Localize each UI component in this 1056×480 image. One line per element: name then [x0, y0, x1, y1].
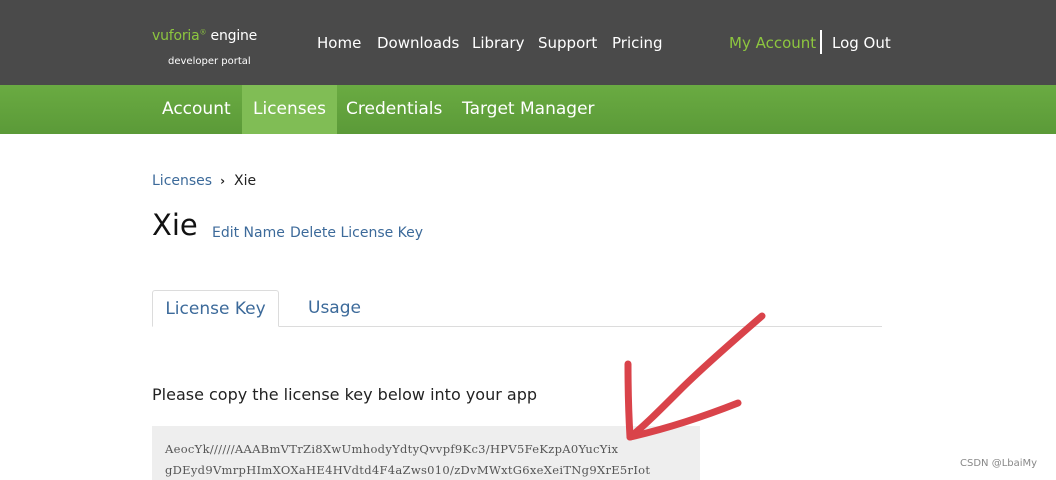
nav-library-link[interactable]: Library: [472, 34, 524, 52]
logo-wordmark: vuforia® engine: [152, 28, 257, 44]
arrow-stroke: [624, 312, 766, 441]
vuforia-engine-logo[interactable]: vuforia® engine developer portal: [152, 26, 272, 71]
license-name-title: Xie: [152, 208, 198, 242]
breadcrumb-current: Xie: [234, 173, 257, 189]
logo-product-text: engine: [206, 28, 258, 44]
subnav-account-tab[interactable]: Account: [162, 85, 231, 134]
top-navigation-bar: vuforia® engine developer portal Home Do…: [0, 0, 1056, 85]
license-key-box[interactable]: AeocYk//////AAABmVTrZi8XwUmhodyYdtyQvvpf…: [152, 426, 700, 480]
breadcrumb: Licenses › Xie: [152, 173, 256, 189]
csdn-watermark: CSDN @LbaiMy: [960, 458, 1038, 469]
log-out-link[interactable]: Log Out: [832, 34, 891, 52]
arrow-shaft: [626, 312, 766, 441]
nav-divider: [820, 30, 822, 54]
logo-subtitle: developer portal: [168, 56, 251, 67]
subnav-credentials-tab[interactable]: Credentials: [346, 85, 442, 134]
tab-license-key[interactable]: License Key: [152, 290, 279, 327]
delete-license-key-link[interactable]: Delete License Key: [290, 225, 423, 241]
license-key-line: AeocYk//////AAABmVTrZi8XwUmhodyYdtyQvvpf…: [165, 442, 619, 456]
subnav-target-manager-tab[interactable]: Target Manager: [462, 85, 595, 134]
nav-home-link[interactable]: Home: [317, 34, 361, 52]
account-subnav-bar: Account Licenses Credentials Target Mana…: [0, 85, 1056, 134]
tab-usage[interactable]: Usage: [308, 290, 361, 327]
chevron-right-icon: ›: [220, 174, 226, 188]
nav-pricing-link[interactable]: Pricing: [612, 34, 663, 52]
nav-support-link[interactable]: Support: [538, 34, 597, 52]
subnav-licenses-tab[interactable]: Licenses: [242, 85, 337, 134]
breadcrumb-licenses-link[interactable]: Licenses: [152, 173, 212, 189]
license-key-instructions: Please copy the license key below into y…: [152, 385, 537, 404]
logo-brand-text: vuforia: [152, 28, 200, 44]
license-key-line: gDEyd9VmrpHImXOXaHE4HVdtd4F4aZws010/zDvM…: [165, 463, 651, 477]
nav-downloads-link[interactable]: Downloads: [377, 34, 459, 52]
my-account-link[interactable]: My Account: [729, 34, 816, 52]
edit-name-link[interactable]: Edit Name: [212, 225, 285, 241]
